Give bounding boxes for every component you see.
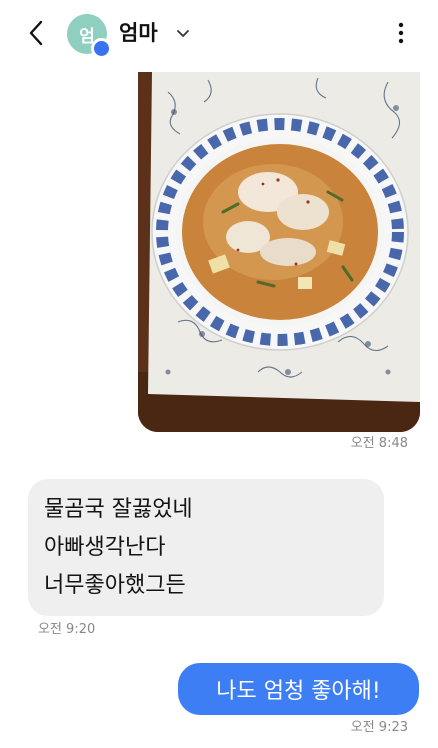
message-line: 나도 엄청 좋아해!: [216, 679, 381, 704]
avatar[interactable]: 엄: [67, 14, 112, 59]
soup-photo-image: [138, 72, 420, 432]
more-options-button[interactable]: [386, 18, 416, 48]
chevron-left-icon: [29, 20, 43, 46]
chat-header: 엄 엄마: [0, 0, 438, 66]
outgoing-message-bubble[interactable]: 나도 엄청 좋아해!: [178, 663, 419, 715]
more-vertical-icon: [398, 22, 404, 44]
message-timestamp: 오전 9:20: [38, 622, 96, 637]
message-line: 너무좋아했그든: [44, 573, 186, 598]
avatar-status-badge: [91, 38, 112, 59]
back-button[interactable]: [22, 18, 52, 48]
message-timestamp: 오전 9:23: [350, 720, 408, 735]
message-timestamp: 오전 8:48: [350, 436, 408, 451]
message-line: 아빠생각난다: [44, 535, 166, 560]
chevron-down-icon[interactable]: [175, 26, 191, 42]
message-line: 물곰국 잘끓었네: [44, 497, 193, 522]
shared-photo[interactable]: [138, 72, 420, 432]
incoming-message-bubble[interactable]: 물곰국 잘끓었네 아빠생각난다 너무좋아했그든: [28, 479, 384, 616]
contact-name[interactable]: 엄마: [119, 19, 158, 47]
